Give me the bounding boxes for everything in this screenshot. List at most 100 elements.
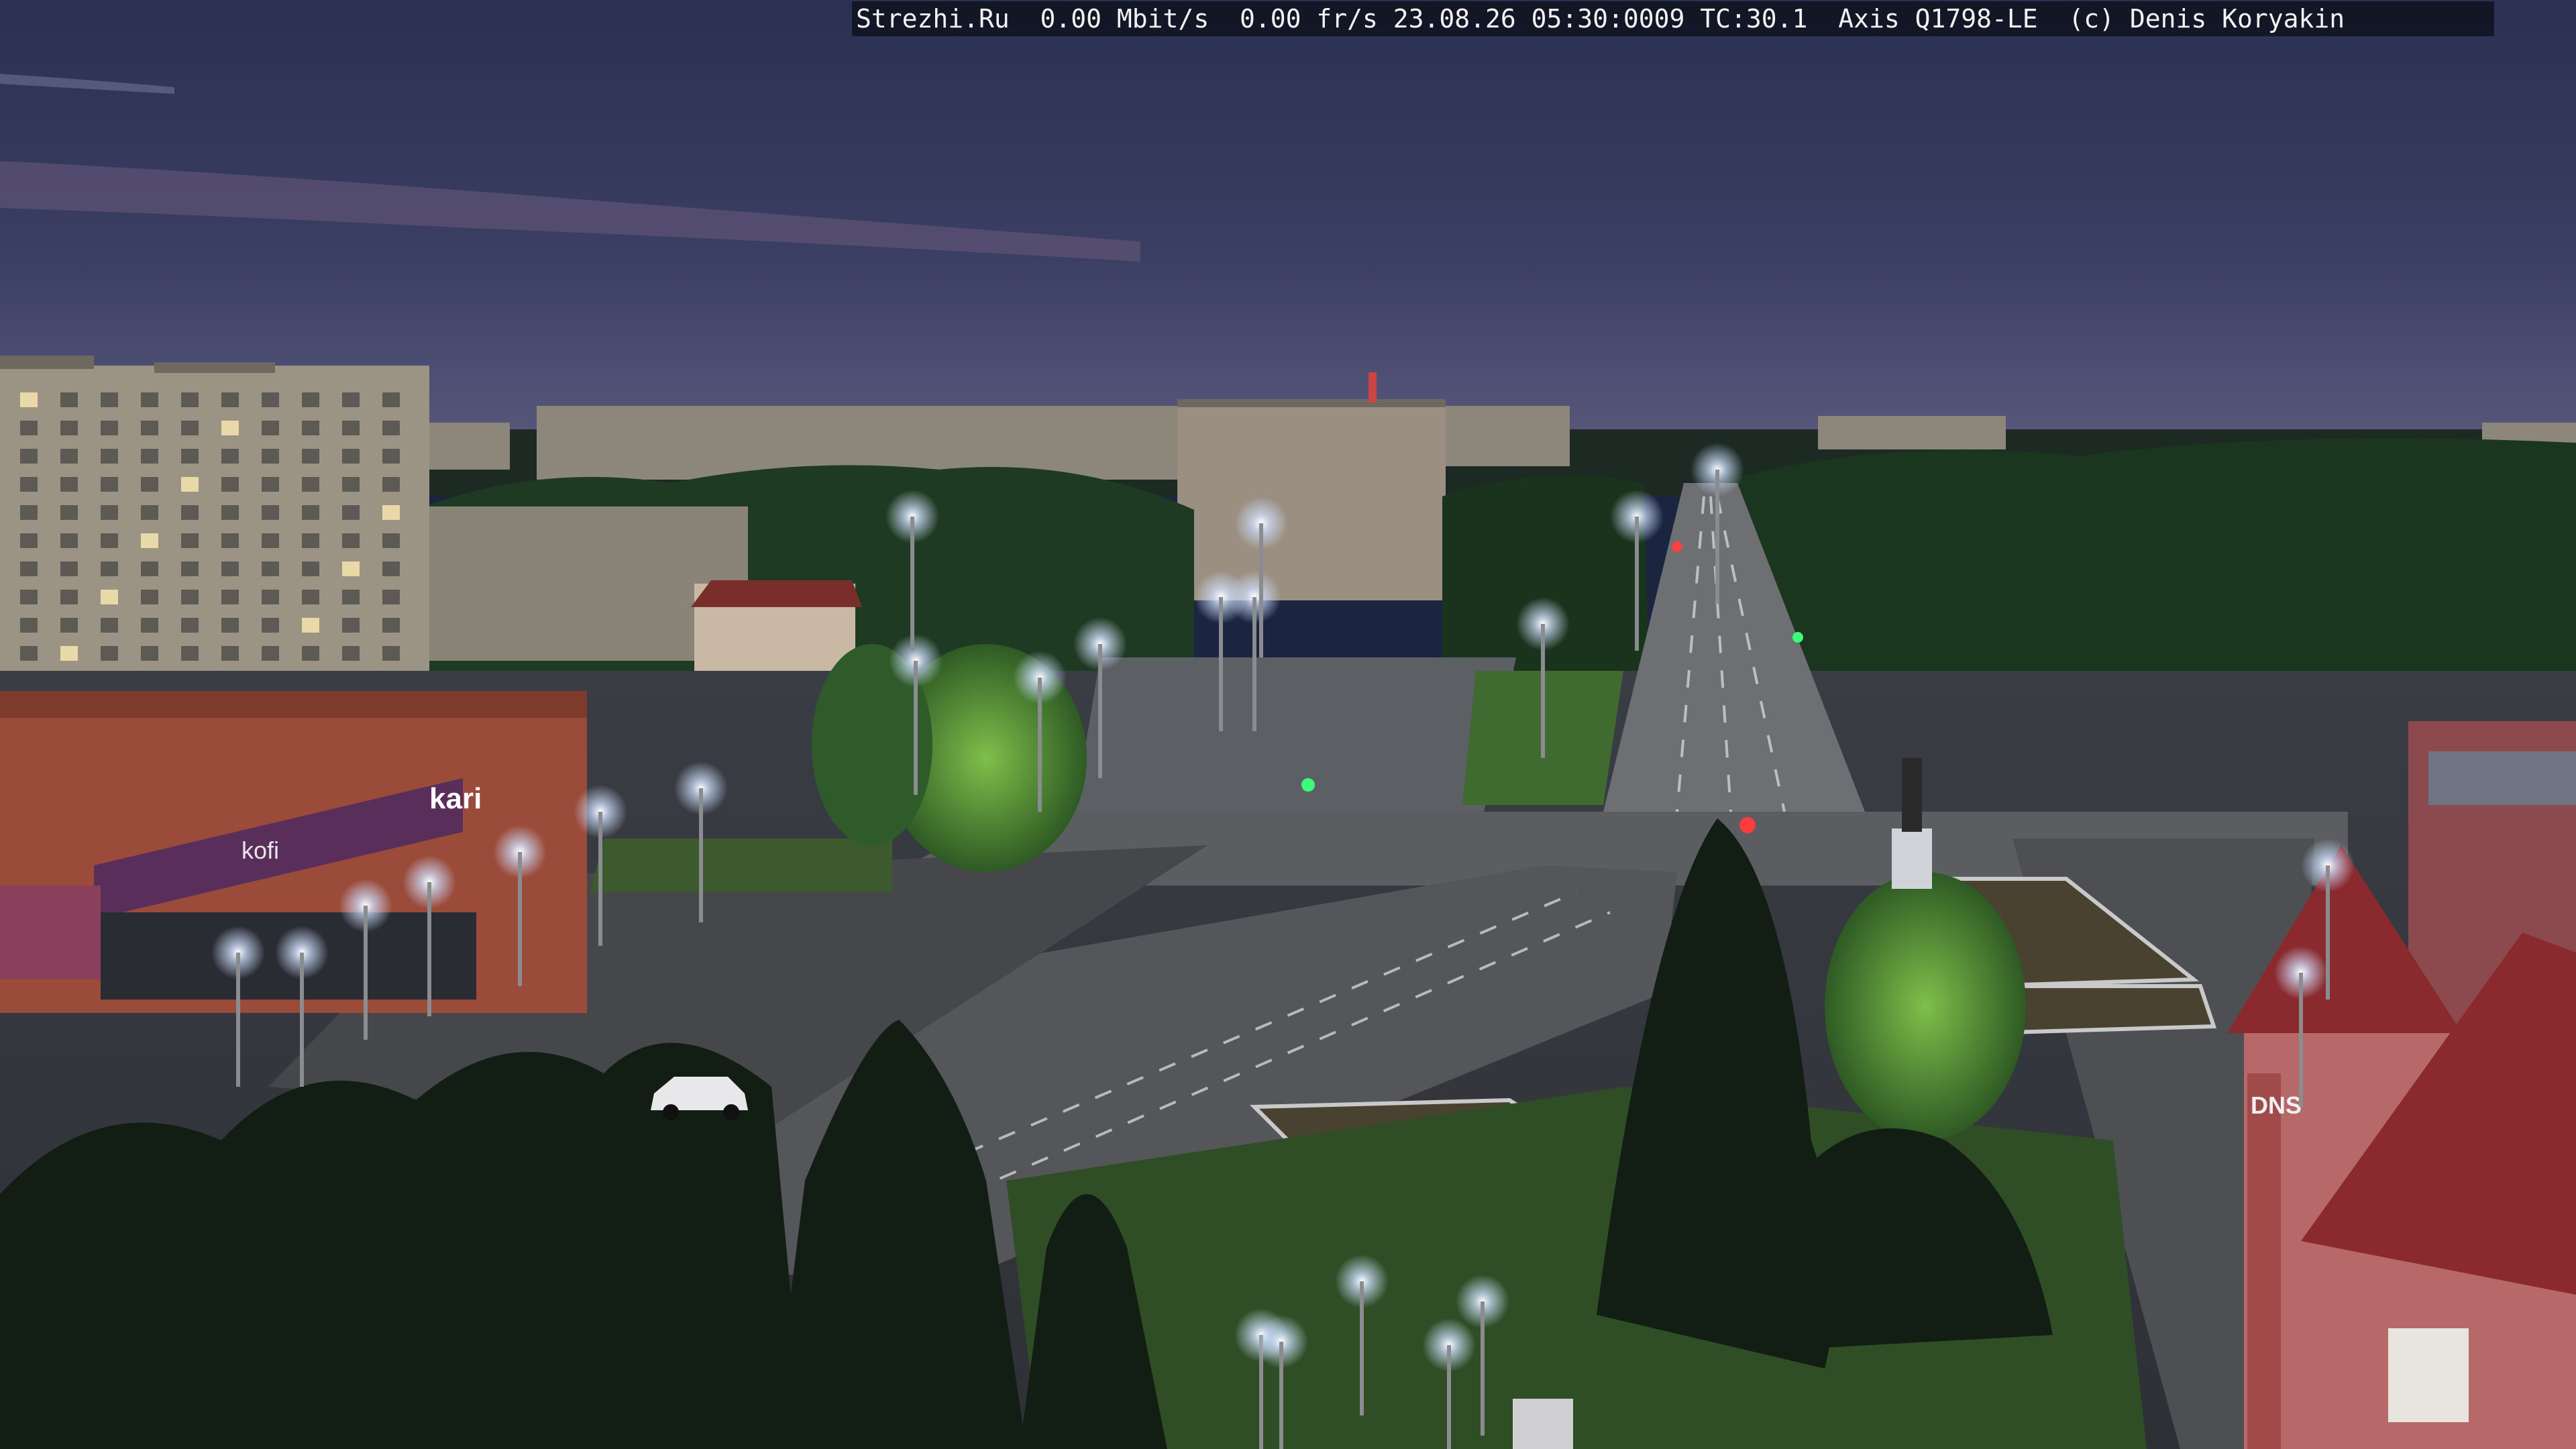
window <box>141 449 158 464</box>
lamp-pole <box>236 953 240 1087</box>
window <box>221 421 239 435</box>
window <box>181 449 199 464</box>
window <box>262 590 279 604</box>
window <box>141 561 158 576</box>
window <box>101 505 118 520</box>
window <box>181 646 199 661</box>
window <box>181 421 199 435</box>
window <box>221 561 239 576</box>
window <box>101 421 118 435</box>
window <box>141 421 158 435</box>
window <box>181 618 199 633</box>
window <box>382 505 400 520</box>
window <box>20 618 38 633</box>
window <box>60 590 78 604</box>
kari-sign: kari <box>429 782 482 815</box>
lamp-pole <box>598 812 602 946</box>
lamp-pole <box>1635 517 1639 651</box>
lamp-pole <box>364 906 368 1040</box>
window <box>181 505 199 520</box>
window <box>101 533 118 548</box>
window <box>382 533 400 548</box>
tall-tower <box>1177 372 1446 600</box>
window <box>181 392 199 407</box>
window <box>20 590 38 604</box>
camera-overlay-bar: Strezhi.Ru 0.00 Mbit/s 0.00 fr/s 23.08.2… <box>852 1 2494 36</box>
webcam-scene: kari kofi DNS <box>0 0 2576 1449</box>
window <box>342 533 360 548</box>
window <box>20 533 38 548</box>
window <box>262 533 279 548</box>
lamp-pole <box>1252 597 1256 731</box>
window <box>221 618 239 633</box>
window <box>382 392 400 407</box>
lamp-pole <box>914 661 918 795</box>
lamp-pole <box>1447 1345 1451 1449</box>
window <box>302 477 319 492</box>
lamp-pole <box>2326 865 2330 1000</box>
window <box>60 421 78 435</box>
window <box>302 618 319 633</box>
window <box>181 477 199 492</box>
window <box>141 505 158 520</box>
window <box>302 505 319 520</box>
dns-sign: DNS <box>2251 1091 2302 1119</box>
window <box>382 449 400 464</box>
window <box>101 449 118 464</box>
window <box>60 477 78 492</box>
window <box>60 533 78 548</box>
window <box>262 618 279 633</box>
window <box>101 618 118 633</box>
window <box>141 618 158 633</box>
window <box>20 505 38 520</box>
lamp-pole <box>300 953 304 1087</box>
window <box>262 421 279 435</box>
window <box>342 561 360 576</box>
window <box>60 392 78 407</box>
window <box>262 392 279 407</box>
window <box>262 561 279 576</box>
window <box>181 561 199 576</box>
lamp-pole <box>518 852 522 986</box>
kofi-sign: kofi <box>241 837 279 864</box>
window <box>101 646 118 661</box>
lamp-pole <box>1259 523 1263 657</box>
lamp-pole <box>910 517 914 651</box>
window <box>101 561 118 576</box>
lamp-pole <box>699 788 703 922</box>
lamp-pole <box>1279 1342 1283 1449</box>
window <box>20 421 38 435</box>
window <box>141 590 158 604</box>
lamp-pole <box>2299 973 2303 1107</box>
window <box>221 449 239 464</box>
window <box>342 618 360 633</box>
lamp-pole <box>1715 470 1719 604</box>
window <box>20 646 38 661</box>
window <box>181 590 199 604</box>
lamp-pole <box>1541 624 1545 758</box>
traffic-light-red <box>1739 817 1756 833</box>
window <box>181 533 199 548</box>
bottom-car <box>1513 1399 1573 1449</box>
red-roof <box>691 580 862 607</box>
window <box>20 449 38 464</box>
window <box>262 449 279 464</box>
window <box>342 392 360 407</box>
plaza-upper <box>1073 657 1516 818</box>
window <box>262 505 279 520</box>
window <box>262 477 279 492</box>
window <box>342 646 360 661</box>
window <box>141 646 158 661</box>
window <box>342 477 360 492</box>
window <box>302 421 319 435</box>
window <box>221 477 239 492</box>
window <box>141 477 158 492</box>
window <box>101 477 118 492</box>
window <box>382 477 400 492</box>
window <box>221 505 239 520</box>
window <box>382 561 400 576</box>
window <box>302 561 319 576</box>
window <box>382 618 400 633</box>
window <box>382 646 400 661</box>
lamp-pole <box>1360 1281 1364 1415</box>
